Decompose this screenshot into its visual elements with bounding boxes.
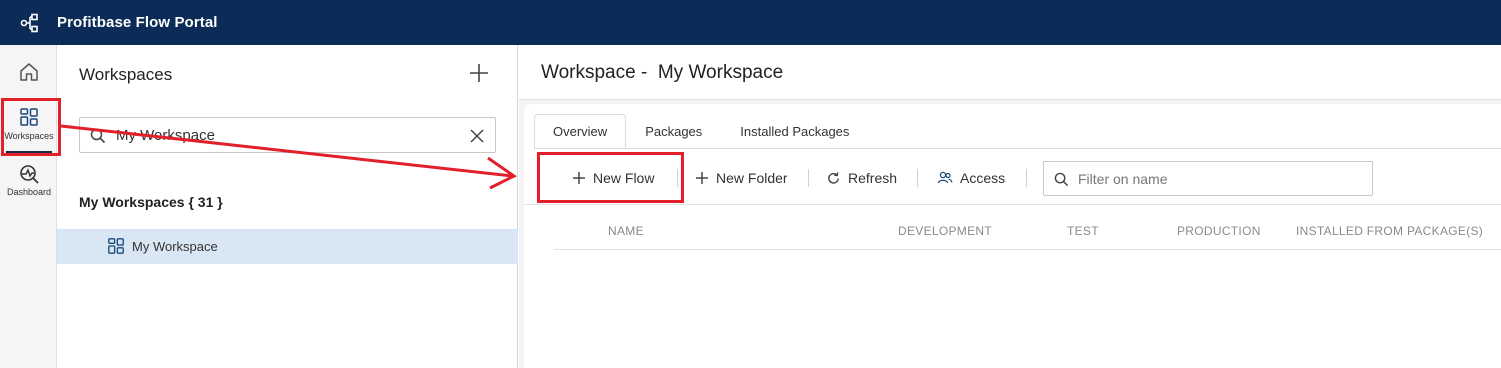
tab-overview[interactable]: Overview [534,114,627,149]
tab-packages[interactable]: Packages [626,114,721,149]
column-header-development[interactable]: DEVELOPMENT [898,224,992,238]
home-icon [20,63,38,81]
new-folder-button[interactable]: New Folder [695,167,788,189]
column-header-production[interactable]: PRODUCTION [1177,224,1261,238]
main-header: Workspace - My Workspace [519,45,1501,100]
highlight-box-workspaces [1,98,61,156]
button-label: New Folder [716,170,788,186]
workspace-search-input[interactable]: My Workspace [79,117,496,153]
filter-input[interactable] [1078,168,1363,190]
users-icon [937,171,953,184]
table-header-divider [554,249,1501,250]
plus-icon [696,172,708,184]
main-area: Workspace - My Workspace Overview Packag… [519,45,1501,368]
column-header-name[interactable]: NAME [608,224,644,238]
nav-rail: Workspaces Dashboard [0,45,57,368]
list-item-workspace[interactable]: My Workspace [57,229,518,264]
dashboard-icon [20,165,39,184]
column-header-installed-from-packages[interactable]: INSTALLED FROM PACKAGE(S) [1296,224,1483,238]
workspace-icon [108,238,124,254]
workspaces-panel: Workspaces My Workspace My Workspaces { … [57,45,518,368]
column-header-test[interactable]: TEST [1067,224,1099,238]
panel-title: Workspaces [79,65,173,84]
flow-logo-icon [20,13,38,33]
tab-installed-packages[interactable]: Installed Packages [721,114,868,149]
search-value: My Workspace [116,127,215,144]
tab-bar: Overview Packages Installed Packages [534,114,868,149]
add-workspace-icon[interactable] [467,61,491,85]
workspace-group-label[interactable]: My Workspaces { 31 } [79,194,223,210]
page-title: Workspace - My Workspace [541,62,784,83]
toolbar-divider [1026,169,1027,187]
workspace-card: Overview Packages Installed Packages New… [524,104,1501,368]
rail-item-dashboard[interactable]: Dashboard [4,163,54,205]
clear-icon[interactable] [469,128,485,144]
button-label: Refresh [848,170,898,186]
toolbar-divider [917,169,918,187]
highlight-box-new-flow [537,152,684,203]
rail-item-label: Dashboard [6,187,52,197]
refresh-button[interactable]: Refresh [826,167,897,189]
top-bar: Profitbase Flow Portal [0,0,1501,45]
rail-item-home[interactable] [4,61,54,85]
workspace-label: My Workspace [132,239,218,254]
toolbar-divider [808,169,809,187]
refresh-icon [828,171,839,184]
access-button[interactable]: Access [937,167,1005,189]
filter-input-box[interactable] [1043,161,1373,196]
button-label: Access [960,170,1006,186]
search-icon [90,128,106,144]
search-icon [1054,172,1069,187]
app-title: Profitbase Flow Portal [57,14,218,31]
